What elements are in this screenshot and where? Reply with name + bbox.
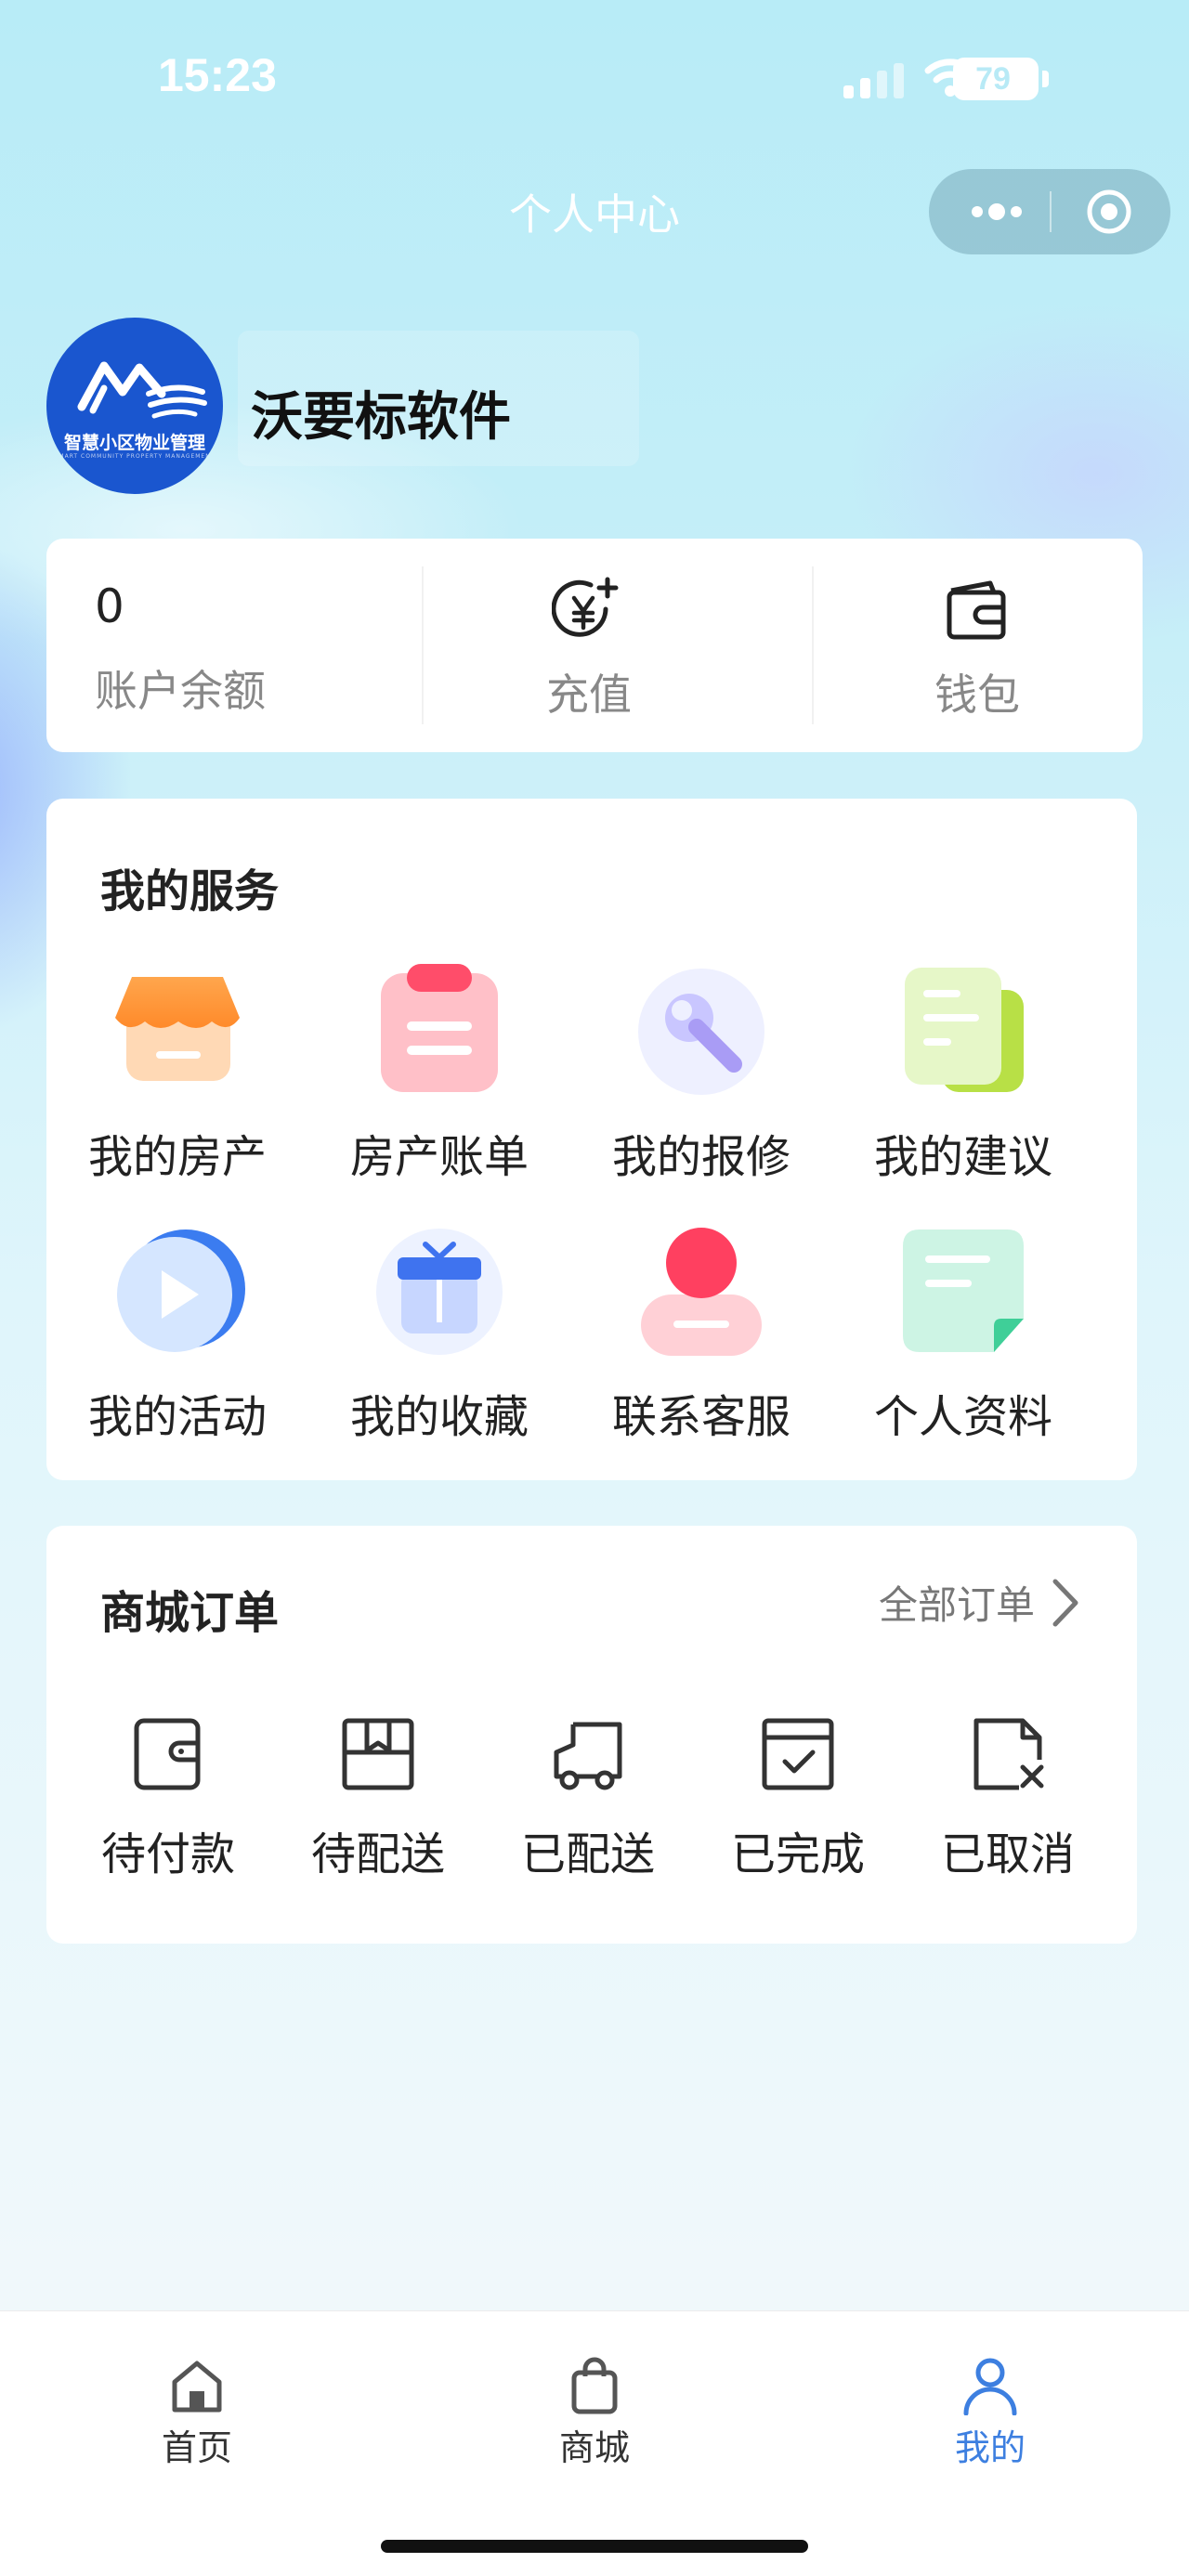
tab-mine[interactable]: 我的 [897,2356,1083,2470]
balance-label[interactable]: 账户余额 [95,657,266,719]
mini-program-capsule [929,169,1170,254]
order-label: 待配送 [310,1828,445,1880]
bill-icon [370,962,509,1101]
capsule-divider [1050,191,1052,232]
service-label: 房产账单 [349,1131,529,1183]
logo-subtext: SMART COMMUNITY PROPERTY MANAGEMENT [54,453,216,460]
recharge-button[interactable]: 充值 [440,576,738,722]
service-my-favorites[interactable]: 我的收藏 [308,1222,570,1445]
more-icon[interactable] [964,191,1029,232]
home-indicator [381,2540,808,2553]
home-icon [172,2361,222,2413]
order-label: 已完成 [730,1828,865,1880]
service-contact-support[interactable]: 联系客服 [570,1222,832,1445]
chevron-right-icon [1052,1579,1078,1626]
mall-orders-card: 商城订单 全部订单 待付款 待配送 已配送 已完成 已取消 [46,1526,1137,1944]
tab-label: 我的 [954,2427,1026,2468]
all-orders-label: 全部订单 [878,1582,1035,1628]
tab-home[interactable]: 首页 [104,2356,290,2470]
wallet-button[interactable]: 钱包 [829,576,1126,722]
wrench-icon [632,962,771,1101]
service-my-repair[interactable]: 我的报修 [570,962,832,1185]
battery-icon: 79 [953,58,1039,100]
service-personal-info[interactable]: 个人资料 [832,1222,1094,1445]
orders-title: 商城订单 [100,1587,280,1639]
service-my-suggestion[interactable]: 我的建议 [832,962,1094,1185]
battery-tip [1042,71,1049,87]
shopping-bag-icon [571,2357,618,2414]
status-time: 15:23 [158,49,277,101]
battery-level: 79 [975,61,1011,97]
service-label: 我的建议 [873,1131,1052,1183]
service-label: 个人资料 [873,1391,1052,1443]
avatar[interactable]: 智慧小区物业管理 SMART COMMUNITY PROPERTY MANAGE… [46,318,223,494]
order-delivered[interactable]: 已配送 [483,1711,693,1882]
wallet-label: 钱包 [934,670,1020,720]
close-mini-program-icon[interactable] [1085,188,1133,236]
service-label: 我的收藏 [349,1391,529,1443]
status-bar: 15:23 79 [0,0,1189,158]
service-label: 联系客服 [611,1391,790,1443]
doc-cancel-icon [973,1718,1044,1790]
house-shop-icon [108,962,247,1101]
service-label: 我的房产 [87,1131,267,1183]
calendar-check-icon [762,1718,834,1790]
customer-service-icon [632,1222,771,1361]
divider [422,566,424,724]
tab-label: 商城 [558,2427,630,2468]
yen-plus-icon [552,577,619,637]
cellular-signal-icon [843,61,905,98]
order-completed[interactable]: 已完成 [693,1711,903,1882]
play-icon [108,1222,247,1361]
order-cancelled[interactable]: 已取消 [903,1711,1113,1882]
service-my-property[interactable]: 我的房产 [46,962,308,1185]
order-pending-delivery[interactable]: 待配送 [273,1711,483,1882]
logo-text: 智慧小区物业管理 [63,433,205,453]
all-orders-link[interactable]: 全部订单 [879,1574,1079,1631]
service-property-bill[interactable]: 房产账单 [308,962,570,1185]
user-icon [963,2358,1017,2415]
wallet-icon [947,580,1006,640]
order-pending-payment[interactable]: 待付款 [63,1711,273,1882]
service-label: 我的报修 [611,1131,790,1183]
service-label: 我的活动 [87,1391,267,1443]
truck-icon [554,1722,622,1790]
my-services-card: 我的服务 我的房产 房产账单 我的报修 我的建议 我的活动 我的收藏 联系客服 … [46,799,1137,1480]
order-label: 待付款 [100,1828,235,1880]
services-title: 我的服务 [100,865,280,917]
account-card: 0 账户余额 充值 钱包 [46,539,1143,752]
package-icon [342,1718,414,1790]
tab-label: 首页 [161,2427,232,2468]
wallet-icon [134,1718,201,1790]
bottom-tab-bar: 首页 商城 我的 [0,2310,1189,2576]
order-label: 已取消 [940,1828,1075,1880]
order-label: 已配送 [520,1828,655,1880]
suggestion-icon [894,962,1033,1101]
divider [812,566,814,724]
gift-icon [370,1222,509,1361]
recharge-label: 充值 [546,670,632,720]
tab-mall[interactable]: 商城 [502,2356,687,2470]
balance-value[interactable]: 0 [95,579,124,633]
profile-doc-icon [894,1222,1033,1361]
service-my-activity[interactable]: 我的活动 [46,1222,308,1445]
community-logo-icon [77,361,207,419]
username[interactable]: 沃要标软件 [251,375,511,450]
